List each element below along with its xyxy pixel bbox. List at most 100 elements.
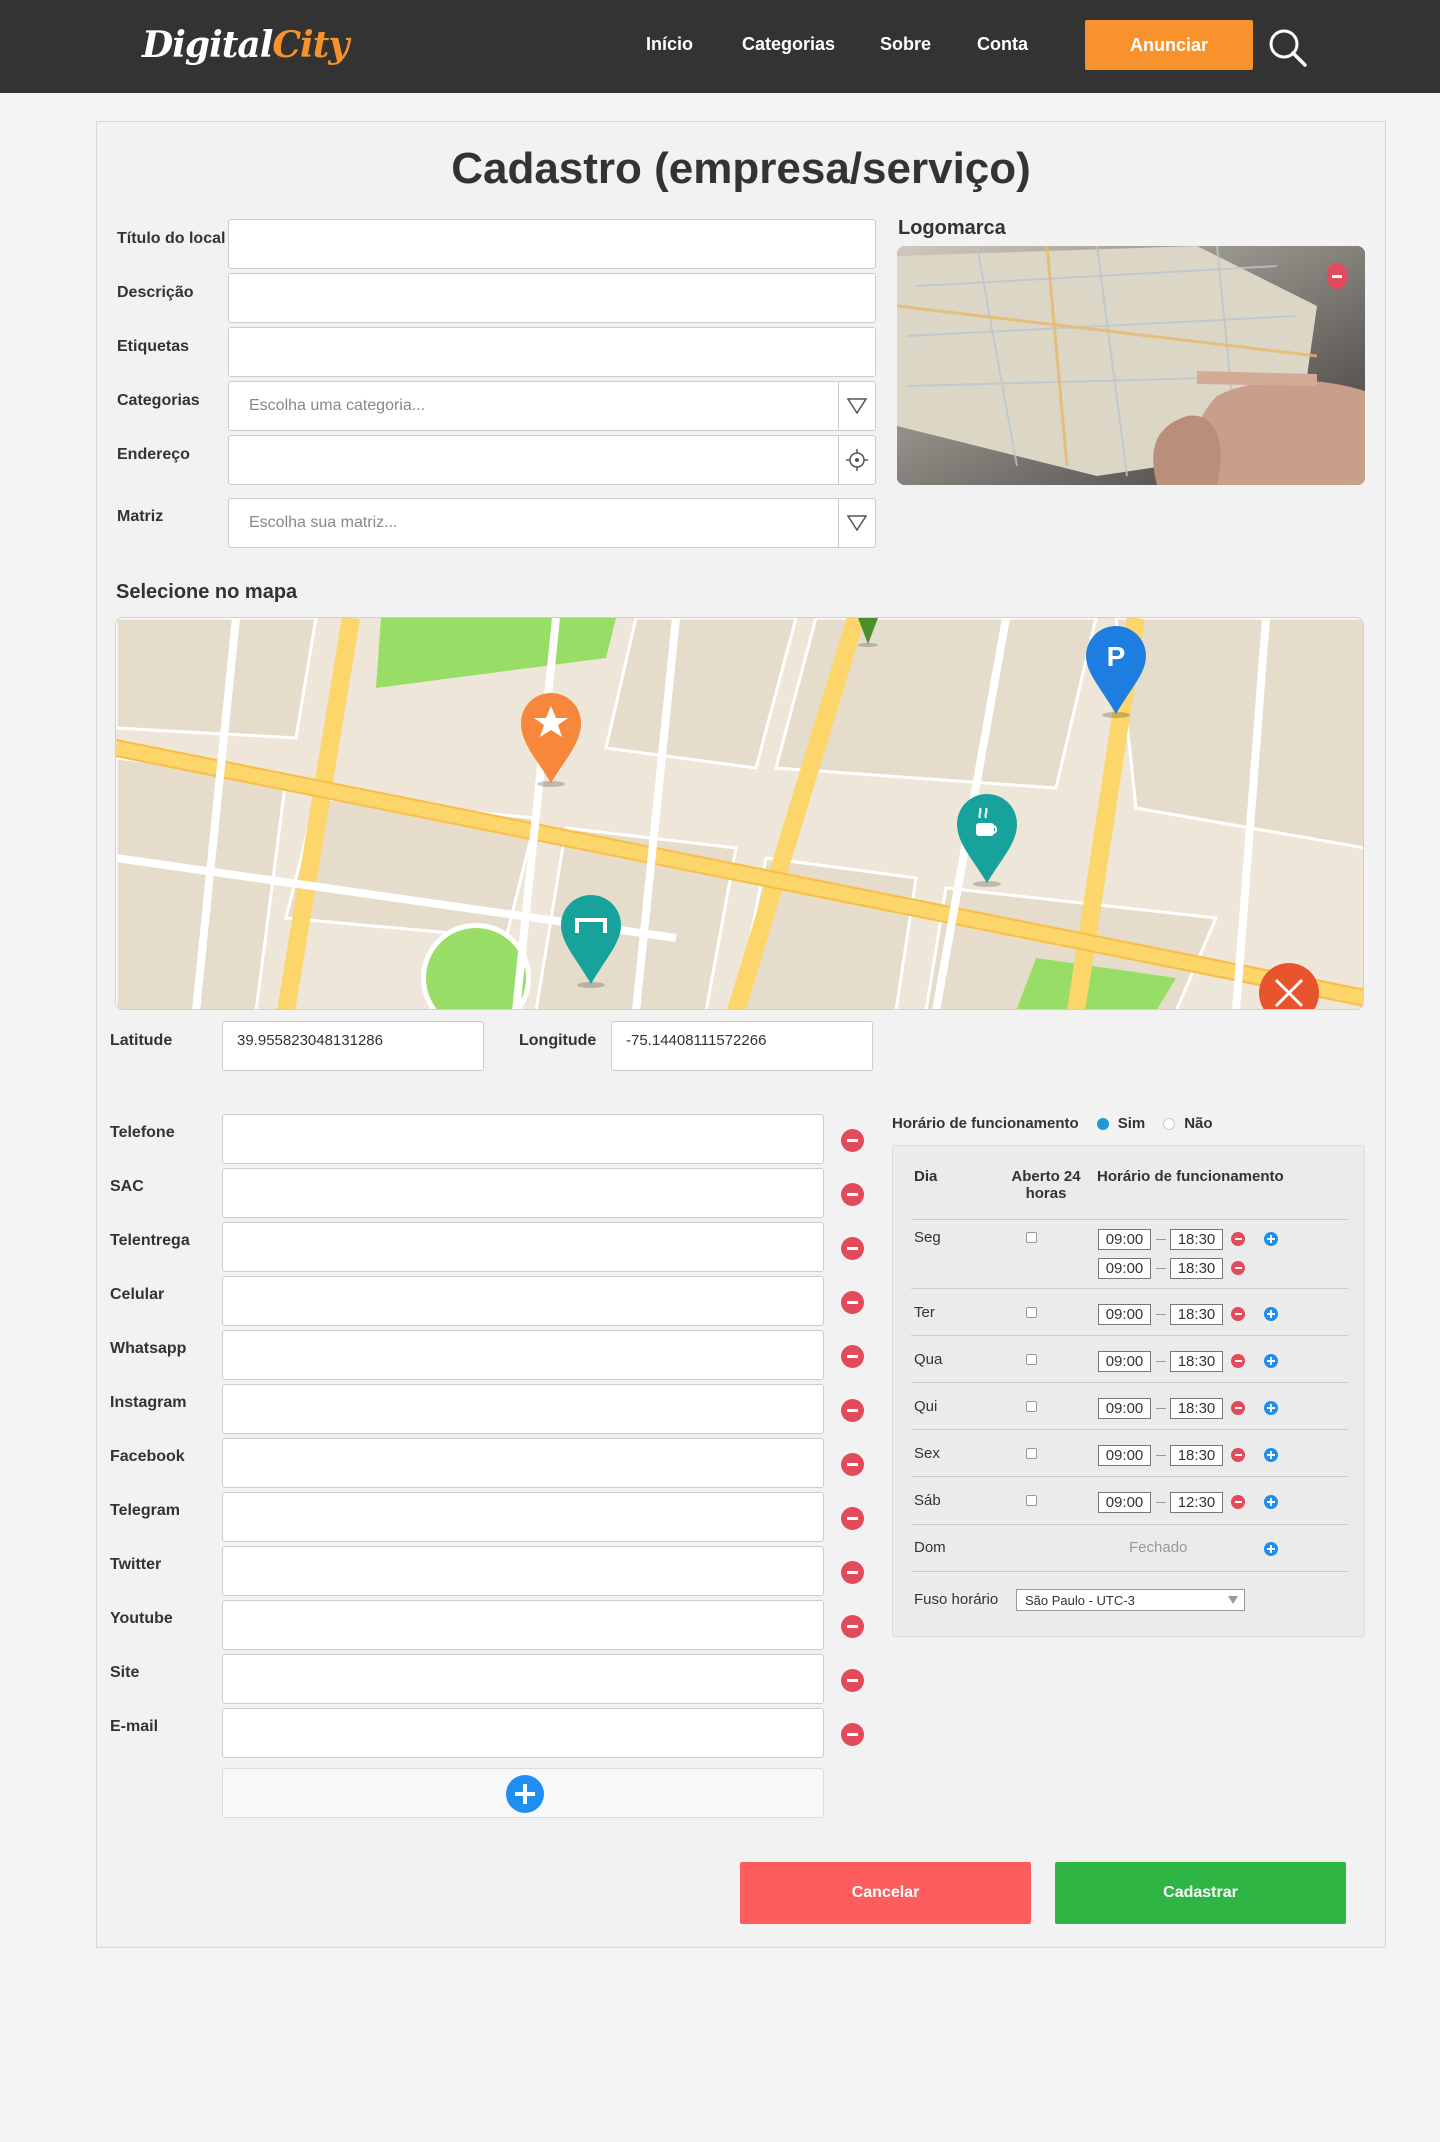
remove-twitter-button[interactable]	[841, 1561, 864, 1584]
cancel-button[interactable]: Cancelar	[740, 1862, 1031, 1924]
remove-email-button[interactable]	[841, 1723, 864, 1746]
close-time-seg-2[interactable]: 18:30	[1170, 1258, 1223, 1279]
anunciar-button[interactable]: Anunciar	[1085, 20, 1253, 70]
description-field[interactable]	[228, 273, 876, 323]
contact-field-site[interactable]	[222, 1654, 824, 1704]
address-field[interactable]	[228, 435, 876, 485]
title-field[interactable]	[228, 219, 876, 269]
add-slot-sab[interactable]	[1264, 1495, 1278, 1509]
open-time-sex[interactable]: 09:00	[1098, 1445, 1151, 1466]
hours-header: Horário de funcionamento Sim Não	[892, 1115, 1213, 1132]
remove-celular-button[interactable]	[841, 1291, 864, 1314]
contact-field-youtube[interactable]	[222, 1600, 824, 1650]
divider	[911, 1219, 1348, 1220]
add-slot-sex[interactable]	[1264, 1448, 1278, 1462]
open24-checkbox-ter[interactable]	[1026, 1307, 1037, 1318]
remove-telentrega-button[interactable]	[841, 1237, 864, 1260]
add-slot-seg[interactable]	[1264, 1232, 1278, 1246]
open24-checkbox-sex[interactable]	[1026, 1448, 1037, 1459]
open24-checkbox-sab[interactable]	[1026, 1495, 1037, 1506]
close-time-seg-1[interactable]: 18:30	[1170, 1229, 1223, 1250]
remove-logo-button[interactable]	[1327, 263, 1347, 289]
hours-yes-radio[interactable]	[1096, 1117, 1109, 1130]
categories-select[interactable]	[228, 381, 876, 431]
remove-slot-sab[interactable]	[1231, 1495, 1245, 1509]
close-time-qui[interactable]: 18:30	[1170, 1398, 1223, 1419]
nav-categorias[interactable]: Categorias	[742, 34, 835, 55]
remove-sac-button[interactable]	[841, 1183, 864, 1206]
remove-slot-seg-1[interactable]	[1231, 1232, 1245, 1246]
closed-label-dom: Fechado	[1129, 1539, 1188, 1556]
remove-site-button[interactable]	[841, 1669, 864, 1692]
description-input[interactable]	[229, 274, 875, 322]
close-time-ter[interactable]: 18:30	[1170, 1304, 1223, 1325]
contact-field-email[interactable]	[222, 1708, 824, 1758]
open-time-qui[interactable]: 09:00	[1098, 1398, 1151, 1419]
add-slot-qua[interactable]	[1264, 1354, 1278, 1368]
close-time-qua[interactable]: 18:30	[1170, 1351, 1223, 1372]
open24-checkbox-seg[interactable]	[1026, 1232, 1037, 1243]
timezone-label: Fuso horário	[914, 1591, 999, 1608]
remove-youtube-button[interactable]	[841, 1615, 864, 1638]
remove-slot-qui[interactable]	[1231, 1401, 1245, 1415]
locate-button[interactable]	[838, 436, 875, 484]
remove-whatsapp-button[interactable]	[841, 1345, 864, 1368]
nav-sobre[interactable]: Sobre	[880, 34, 931, 55]
categories-dropdown-toggle[interactable]	[838, 382, 875, 430]
location-map[interactable]: P	[115, 617, 1364, 1010]
remove-slot-ter[interactable]	[1231, 1307, 1245, 1321]
add-slot-dom[interactable]	[1264, 1542, 1278, 1556]
search-icon[interactable]	[1268, 28, 1308, 68]
contact-field-telegram[interactable]	[222, 1492, 824, 1542]
contact-field-instagram[interactable]	[222, 1384, 824, 1434]
remove-slot-sex[interactable]	[1231, 1448, 1245, 1462]
title-input[interactable]	[229, 220, 875, 268]
hours-no-radio[interactable]	[1163, 1117, 1176, 1130]
contact-label-site: Site	[110, 1664, 140, 1681]
matrix-dropdown-toggle[interactable]	[838, 499, 875, 547]
latitude-field[interactable]: 39.955823048131286	[222, 1021, 484, 1071]
open-time-qua[interactable]: 09:00	[1098, 1351, 1151, 1372]
address-input[interactable]	[229, 436, 875, 484]
open24-checkbox-qui[interactable]	[1026, 1401, 1037, 1412]
add-slot-qui[interactable]	[1264, 1401, 1278, 1415]
contact-field-telefone[interactable]	[222, 1114, 824, 1164]
remove-slot-seg-2[interactable]	[1231, 1261, 1245, 1275]
tags-field[interactable]	[228, 327, 876, 377]
remove-instagram-button[interactable]	[841, 1399, 864, 1422]
longitude-field[interactable]: -75.14408111572266	[611, 1021, 873, 1071]
latitude-label: Latitude	[110, 1032, 173, 1049]
contact-field-twitter[interactable]	[222, 1546, 824, 1596]
remove-telegram-button[interactable]	[841, 1507, 864, 1530]
add-contact-button[interactable]	[506, 1775, 544, 1813]
close-time-sab[interactable]: 12:30	[1170, 1492, 1223, 1513]
open-time-ter[interactable]: 09:00	[1098, 1304, 1151, 1325]
nav-inicio[interactable]: Início	[646, 34, 693, 55]
tags-input[interactable]	[229, 328, 875, 376]
contact-field-telentrega[interactable]	[222, 1222, 824, 1272]
matrix-select[interactable]	[228, 498, 876, 548]
open-time-seg-2[interactable]: 09:00	[1098, 1258, 1151, 1279]
remove-slot-qua[interactable]	[1231, 1354, 1245, 1368]
nav-conta[interactable]: Conta	[977, 34, 1028, 55]
contact-field-facebook[interactable]	[222, 1438, 824, 1488]
map-photo-image	[897, 246, 1365, 485]
matrix-input[interactable]	[229, 499, 875, 547]
submit-button[interactable]: Cadastrar	[1055, 1862, 1346, 1924]
remove-facebook-button[interactable]	[841, 1453, 864, 1476]
brand-logo[interactable]: DigitalCity	[142, 24, 349, 66]
contact-field-sac[interactable]	[222, 1168, 824, 1218]
contact-field-whatsapp[interactable]	[222, 1330, 824, 1380]
time-separator	[1156, 1268, 1166, 1269]
logo-image[interactable]	[897, 246, 1365, 485]
open-time-sab[interactable]: 09:00	[1098, 1492, 1151, 1513]
open24-checkbox-qua[interactable]	[1026, 1354, 1037, 1365]
remove-telefone-button[interactable]	[841, 1129, 864, 1152]
timezone-select[interactable]: São Paulo - UTC-3	[1016, 1589, 1245, 1611]
add-slot-ter[interactable]	[1264, 1307, 1278, 1321]
col-hours-header: Horário de funcionamento	[1097, 1168, 1284, 1185]
contact-field-celular[interactable]	[222, 1276, 824, 1326]
open-time-seg-1[interactable]: 09:00	[1098, 1229, 1151, 1250]
categories-input[interactable]	[229, 382, 875, 430]
close-time-sex[interactable]: 18:30	[1170, 1445, 1223, 1466]
